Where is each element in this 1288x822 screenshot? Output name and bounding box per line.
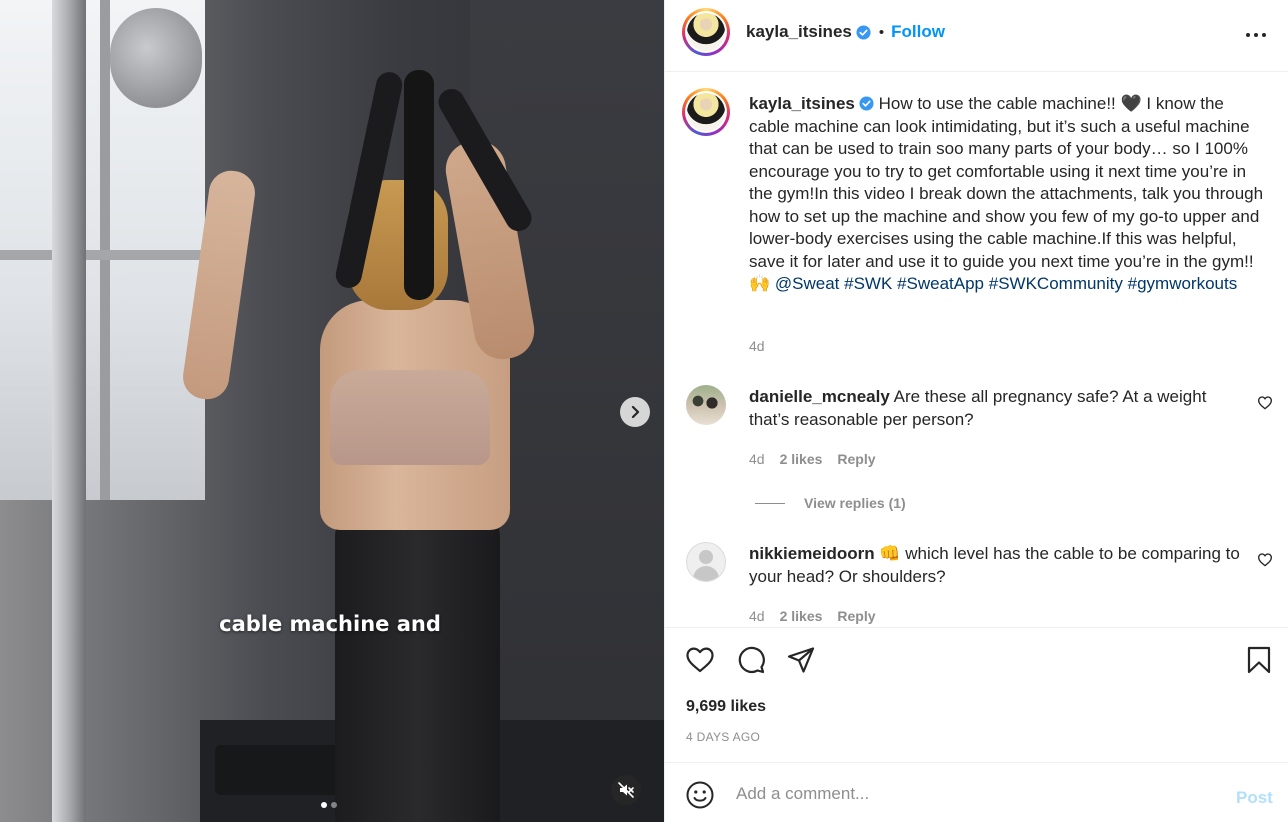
video-caption: cable machine and: [0, 612, 664, 636]
verified-badge-icon: [859, 96, 874, 111]
commenter-username[interactable]: nikkiemeidoorn: [749, 544, 875, 563]
caption-author-username[interactable]: kayla_itsines: [749, 94, 855, 113]
post-media[interactable]: cable machine and: [0, 0, 664, 822]
bookmark-icon[interactable]: [1244, 645, 1274, 675]
emoji-icon[interactable]: [685, 780, 715, 810]
replies-divider: [755, 502, 785, 504]
caption-body: How to use the cable machine!! 🖤 I know …: [749, 94, 1264, 293]
rope-attachment-center: [404, 70, 434, 300]
view-replies-label: View replies (1): [804, 495, 906, 511]
comment-composer: Post: [665, 762, 1288, 822]
share-icon[interactable]: [786, 645, 816, 675]
hashtag-link[interactable]: #SWK: [844, 274, 892, 293]
hashtag-link[interactable]: #SweatApp: [897, 274, 984, 293]
mute-toggle-button[interactable]: [611, 775, 641, 805]
video-caption-text: cable machine and: [219, 612, 441, 636]
next-slide-button[interactable]: [620, 397, 650, 427]
chevron-right-icon: [631, 405, 640, 419]
header-separator: •: [878, 23, 885, 41]
hashtag-link[interactable]: #gymworkouts: [1128, 274, 1238, 293]
post-date[interactable]: 4 DAYS AGO: [686, 730, 760, 744]
comments-scroll-area[interactable]: kayla_itsines How to use the cable machi…: [665, 73, 1288, 626]
carousel-dot-active: [321, 802, 327, 808]
comment-input[interactable]: [736, 781, 1216, 807]
reply-button[interactable]: Reply: [837, 608, 875, 624]
commenter-username[interactable]: danielle_mcnealy: [749, 387, 890, 406]
comment-timestamp[interactable]: 4d: [749, 451, 765, 467]
muted-speaker-icon: [618, 782, 634, 798]
comment-text-block: nikkiemeidoorn 👊 which level has the cab…: [749, 543, 1249, 588]
author-username[interactable]: kayla_itsines: [746, 22, 852, 42]
commenter-avatar[interactable]: [686, 385, 726, 425]
view-replies-button[interactable]: View replies (1): [755, 495, 906, 511]
heart-icon[interactable]: [685, 645, 715, 675]
post-caption: kayla_itsines How to use the cable machi…: [749, 93, 1269, 296]
post-comment-button[interactable]: Post: [1236, 788, 1273, 808]
hashtag-link[interactable]: #SWKCommunity: [989, 274, 1123, 293]
comment-likes-count[interactable]: 2 likes: [780, 451, 823, 467]
more-options-icon[interactable]: [1243, 22, 1269, 48]
like-comment-heart-icon[interactable]: [1257, 395, 1273, 411]
window-frame-crossbar: [0, 250, 205, 260]
avatar-photo: [687, 93, 725, 131]
cable-machine-pole: [52, 0, 86, 822]
comment-timestamp[interactable]: 4d: [749, 608, 765, 624]
author-avatar[interactable]: [682, 8, 730, 56]
person-legs: [335, 510, 500, 822]
comment-text-block: danielle_mcnealy Are these all pregnancy…: [749, 386, 1249, 431]
comment-meta: 4d 2 likes Reply: [749, 451, 876, 467]
follow-button[interactable]: Follow: [891, 22, 945, 42]
comment-icon[interactable]: [736, 645, 766, 675]
caption-timestamp[interactable]: 4d: [749, 338, 765, 354]
verified-badge-icon: [856, 24, 871, 40]
post-actions: 9,699 likes 4 DAYS AGO: [665, 627, 1288, 762]
mention-link[interactable]: @Sweat: [775, 274, 840, 293]
reply-button[interactable]: Reply: [837, 451, 875, 467]
carousel-indicator: [321, 802, 337, 808]
caption-author-avatar[interactable]: [682, 88, 730, 136]
comment-meta: 4d 2 likes Reply: [749, 608, 876, 624]
person-sports-bra: [330, 370, 490, 465]
avatar-photo: [687, 13, 725, 51]
like-comment-heart-icon[interactable]: [1257, 552, 1273, 568]
carousel-dot: [331, 802, 337, 808]
comment-likes-count[interactable]: 2 likes: [780, 608, 823, 624]
commenter-avatar[interactable]: [686, 542, 726, 582]
cable-pulley: [110, 8, 202, 108]
post-details: kayla_itsines • Follow kayla_itsines How…: [664, 0, 1288, 822]
post-header: kayla_itsines • Follow: [665, 0, 1288, 72]
header-user-row: kayla_itsines • Follow: [746, 22, 945, 42]
like-count[interactable]: 9,699 likes: [686, 698, 766, 716]
gym-bench: [215, 745, 355, 795]
